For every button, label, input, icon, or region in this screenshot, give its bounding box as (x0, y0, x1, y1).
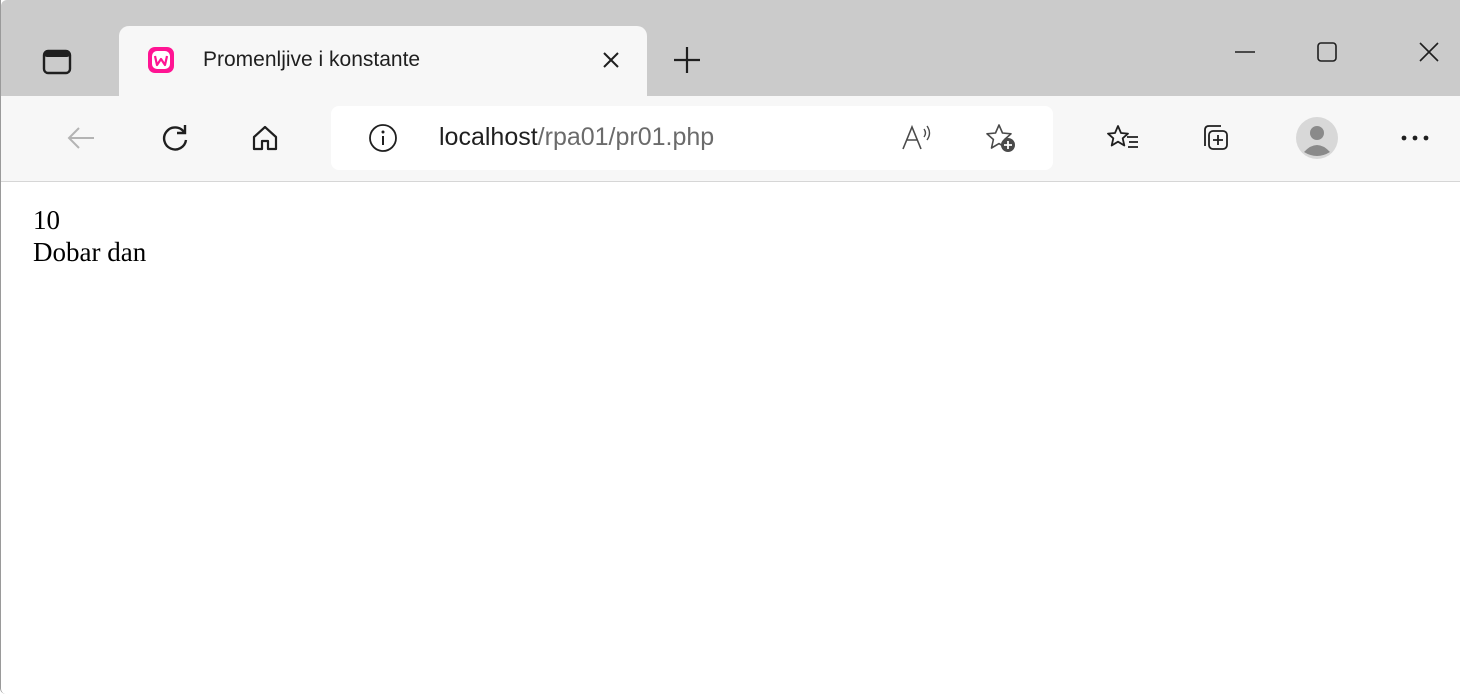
window-close-button[interactable] (1399, 30, 1459, 74)
tab-actions-button[interactable] (29, 37, 85, 87)
output-line-1: 10 (33, 205, 60, 235)
browser-toolbar: localhost/rpa01/pr01.php (1, 96, 1460, 182)
home-icon (252, 125, 278, 151)
minimize-button[interactable] (1215, 30, 1275, 74)
star-add-icon (986, 124, 1015, 152)
info-icon[interactable] (367, 122, 399, 154)
tab-actions-icon (42, 49, 72, 75)
plus-icon (674, 47, 700, 73)
maximize-button[interactable] (1297, 30, 1357, 74)
new-tab-button[interactable] (667, 40, 707, 80)
close-icon (1419, 42, 1439, 62)
minimize-icon (1235, 51, 1255, 53)
address-bar[interactable]: localhost/rpa01/pr01.php (331, 106, 1053, 170)
url-host: localhost (439, 123, 538, 151)
add-favorite-button[interactable] (981, 120, 1021, 156)
maximize-icon (1317, 42, 1337, 62)
settings-and-more-button[interactable] (1387, 110, 1443, 166)
avatar (1296, 117, 1338, 159)
tab-title: Promenljive i konstante (203, 48, 421, 71)
favorites-icon (1107, 125, 1138, 148)
more-icon (1401, 135, 1429, 141)
wamp-icon (148, 47, 174, 73)
active-tab[interactable]: Promenljive i konstante (119, 26, 647, 98)
collections-button[interactable] (1187, 110, 1243, 166)
profile-button[interactable] (1289, 110, 1345, 166)
refresh-icon (162, 125, 188, 151)
back-arrow-icon (67, 127, 94, 149)
home-button[interactable] (237, 110, 293, 166)
tab-strip: Promenljive i konstante (1, 0, 1460, 98)
page-content: 10 Dobar dan (1, 183, 1460, 694)
read-aloud-icon (902, 124, 931, 150)
tab-close-button[interactable] (597, 46, 625, 74)
collections-icon (1204, 125, 1228, 150)
read-aloud-button[interactable] (897, 120, 937, 156)
refresh-button[interactable] (147, 110, 203, 166)
close-icon (603, 52, 619, 68)
back-button[interactable] (53, 110, 109, 166)
url-text[interactable]: localhost/rpa01/pr01.php (439, 123, 714, 152)
favorites-button[interactable] (1095, 110, 1151, 166)
output-line-2: Dobar dan (33, 237, 147, 267)
browser-window: Promenljive i konstante localhost/rpa01/… (0, 0, 1460, 694)
url-path: /rpa01/pr01.php (537, 123, 715, 151)
